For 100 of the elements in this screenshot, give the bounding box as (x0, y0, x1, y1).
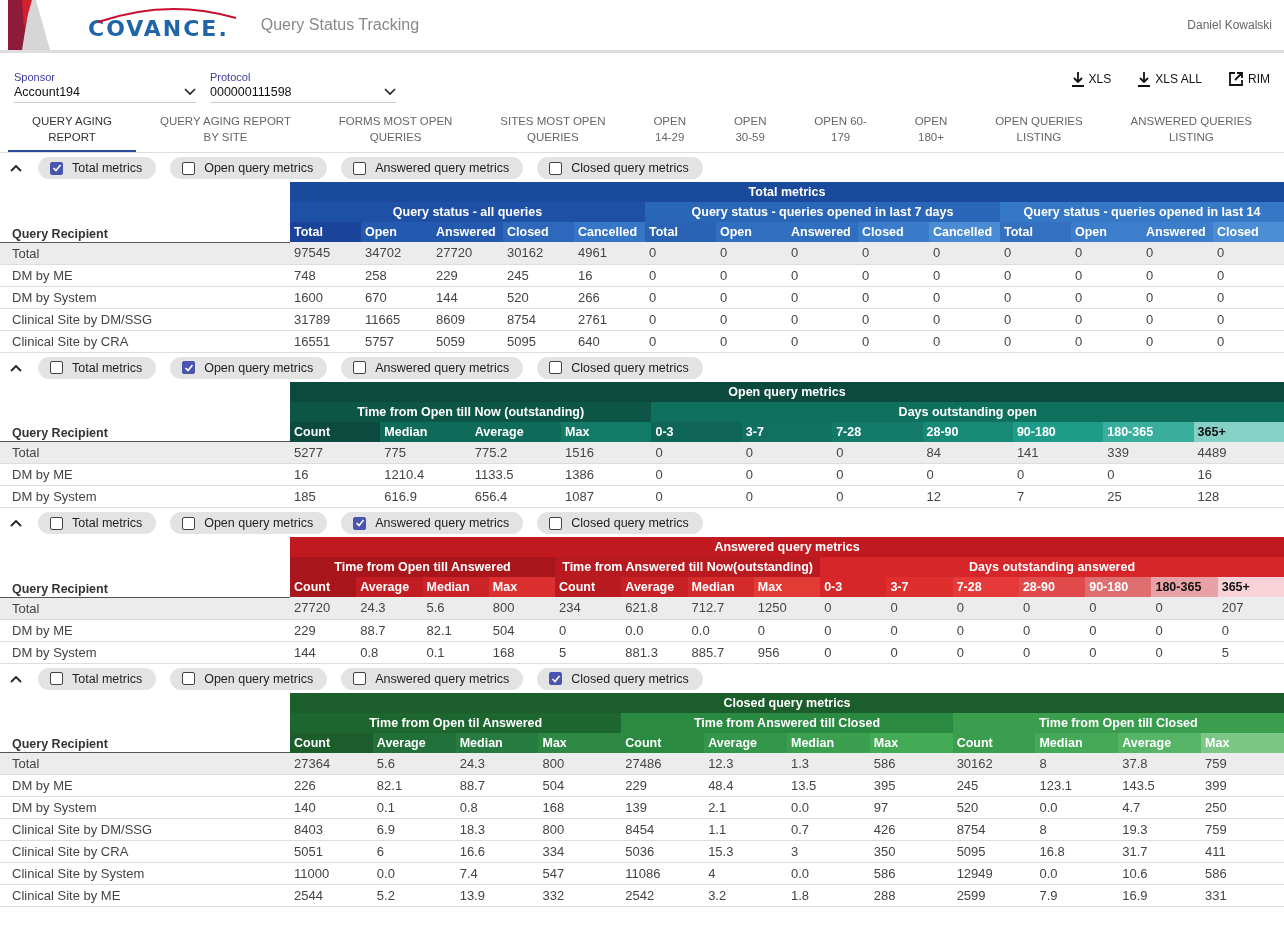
checkbox[interactable] (50, 161, 63, 175)
export-button[interactable]: XLS ALL (1137, 71, 1202, 87)
column-header[interactable]: Open (716, 222, 787, 243)
collapse-icon[interactable] (10, 674, 22, 683)
table-cell: Total (0, 242, 290, 265)
checkbox[interactable] (549, 361, 563, 375)
column-header[interactable]: Max (538, 732, 622, 753)
column-header[interactable]: 7-28 (952, 577, 1019, 598)
table-cell: DM by System (0, 485, 290, 508)
collapse-icon[interactable] (10, 164, 22, 173)
column-header[interactable]: Median (380, 421, 471, 442)
checkbox[interactable] (353, 672, 367, 686)
filter-chip[interactable]: Open query metrics (170, 356, 328, 379)
checkbox[interactable] (50, 361, 63, 375)
checkbox[interactable] (353, 161, 367, 175)
filter-chip[interactable]: Answered query metrics (341, 356, 524, 379)
filter-chip[interactable]: Total metrics (38, 356, 157, 379)
filter-chip[interactable]: Answered query metrics (341, 512, 524, 535)
column-header[interactable]: Open (1071, 222, 1142, 243)
filter-chip[interactable]: Answered query metrics (341, 157, 524, 180)
column-header[interactable]: Max (561, 421, 652, 442)
column-header[interactable]: Count (555, 577, 622, 598)
column-header[interactable]: Cancelled (929, 222, 1000, 243)
checkbox[interactable] (182, 161, 196, 175)
filter-chip[interactable]: Total metrics (38, 667, 157, 690)
table-cell: 0 (555, 619, 622, 642)
checkbox[interactable] (182, 361, 196, 375)
group-header: Days outstanding open (651, 401, 1284, 422)
column-header[interactable]: Cancelled (574, 222, 645, 243)
table-cell: 8754 (503, 308, 574, 331)
column-header[interactable]: Total (645, 222, 716, 243)
column-header[interactable]: Total (290, 222, 361, 243)
column-header[interactable]: 365+ (1217, 577, 1284, 598)
filter-chip[interactable]: Total metrics (38, 512, 157, 535)
column-header[interactable]: 90-180 (1085, 577, 1152, 598)
checkbox[interactable] (549, 516, 563, 530)
table-cell: 586 (869, 862, 953, 885)
column-header[interactable]: 28-90 (1018, 577, 1086, 598)
checkbox[interactable] (182, 672, 196, 686)
filter-chip[interactable]: Closed query metrics (537, 667, 703, 690)
column-header[interactable]: Max (753, 577, 821, 598)
column-header[interactable]: 0-3 (820, 577, 887, 598)
tab[interactable]: SITES MOST OPEN QUERIES (476, 109, 630, 153)
export-button[interactable]: XLS (1070, 71, 1112, 87)
column-header[interactable]: Median (687, 577, 754, 598)
checkbox[interactable] (353, 516, 367, 530)
tab[interactable]: QUERY AGING REPORT BY SITE (136, 109, 315, 153)
tab[interactable]: OPEN 30-59 (709, 109, 791, 153)
column-header[interactable]: Count (621, 732, 705, 753)
export-button[interactable]: RIM (1228, 71, 1270, 87)
table-cell: 956 (753, 641, 821, 664)
column-header[interactable]: Max (488, 577, 556, 598)
collapse-icon[interactable] (10, 519, 22, 528)
collapse-icon[interactable] (10, 363, 22, 372)
column-header[interactable]: Count (290, 577, 357, 598)
column-header[interactable]: Open (361, 222, 432, 243)
column-header[interactable]: Answered (432, 222, 503, 243)
checkbox[interactable] (549, 161, 563, 175)
tab[interactable]: FORMS MOST OPEN QUERIES (314, 109, 477, 153)
tab[interactable]: QUERY AGING REPORT (8, 109, 136, 153)
column-header[interactable]: 180-365 (1151, 577, 1218, 598)
dropdown[interactable]: 000000111598 (210, 83, 396, 103)
tab[interactable]: OPEN 180+ (890, 109, 972, 153)
column-header[interactable]: Total (1000, 222, 1071, 243)
filter-chip[interactable]: Open query metrics (170, 667, 328, 690)
column-header[interactable]: Count (290, 732, 373, 753)
column-header[interactable]: Median (422, 577, 489, 598)
column-header[interactable]: 3-7 (886, 577, 953, 598)
table-cell: 0 (716, 308, 787, 331)
table-cell: 229 (432, 264, 503, 287)
filter-chip[interactable]: Total metrics (38, 157, 157, 180)
tab[interactable]: OPEN 14-29 (629, 109, 710, 153)
column-header[interactable]: Closed (858, 222, 929, 243)
filter-chip[interactable]: Open query metrics (170, 157, 328, 180)
tab[interactable]: OPEN 60- 179 (790, 109, 891, 153)
filter-chip[interactable]: Closed query metrics (537, 356, 703, 379)
checkbox[interactable] (50, 516, 63, 530)
tab[interactable]: OPEN QUERIES LISTING (971, 109, 1107, 153)
checkbox[interactable] (353, 361, 367, 375)
table-cell: 0 (858, 330, 929, 353)
column-header[interactable]: Average (356, 577, 423, 598)
column-header[interactable]: 0-3 (651, 421, 742, 442)
column-header[interactable]: Average (621, 577, 688, 598)
dropdown[interactable]: Account194 (14, 83, 196, 103)
checkbox[interactable] (182, 516, 196, 530)
tab[interactable]: ANSWERED QUERIES LISTING (1106, 109, 1276, 153)
column-header[interactable]: Average (704, 732, 787, 753)
checkbox[interactable] (50, 672, 63, 686)
filter-chip[interactable]: Answered query metrics (341, 667, 524, 690)
filter-chip[interactable]: Closed query metrics (537, 157, 703, 180)
filter-chip[interactable]: Closed query metrics (537, 512, 703, 535)
column-header[interactable]: 7-28 (832, 421, 923, 442)
checkbox[interactable] (549, 672, 563, 686)
user-name[interactable]: Daniel Kowalski (1187, 18, 1272, 32)
column-header[interactable]: Answered (1142, 222, 1213, 243)
column-header[interactable]: Count (290, 421, 381, 442)
filter-chip[interactable]: Open query metrics (170, 512, 328, 535)
column-header[interactable]: Answered (787, 222, 858, 243)
column-header[interactable]: Closed (1213, 222, 1284, 243)
column-header[interactable]: Closed (503, 222, 574, 243)
